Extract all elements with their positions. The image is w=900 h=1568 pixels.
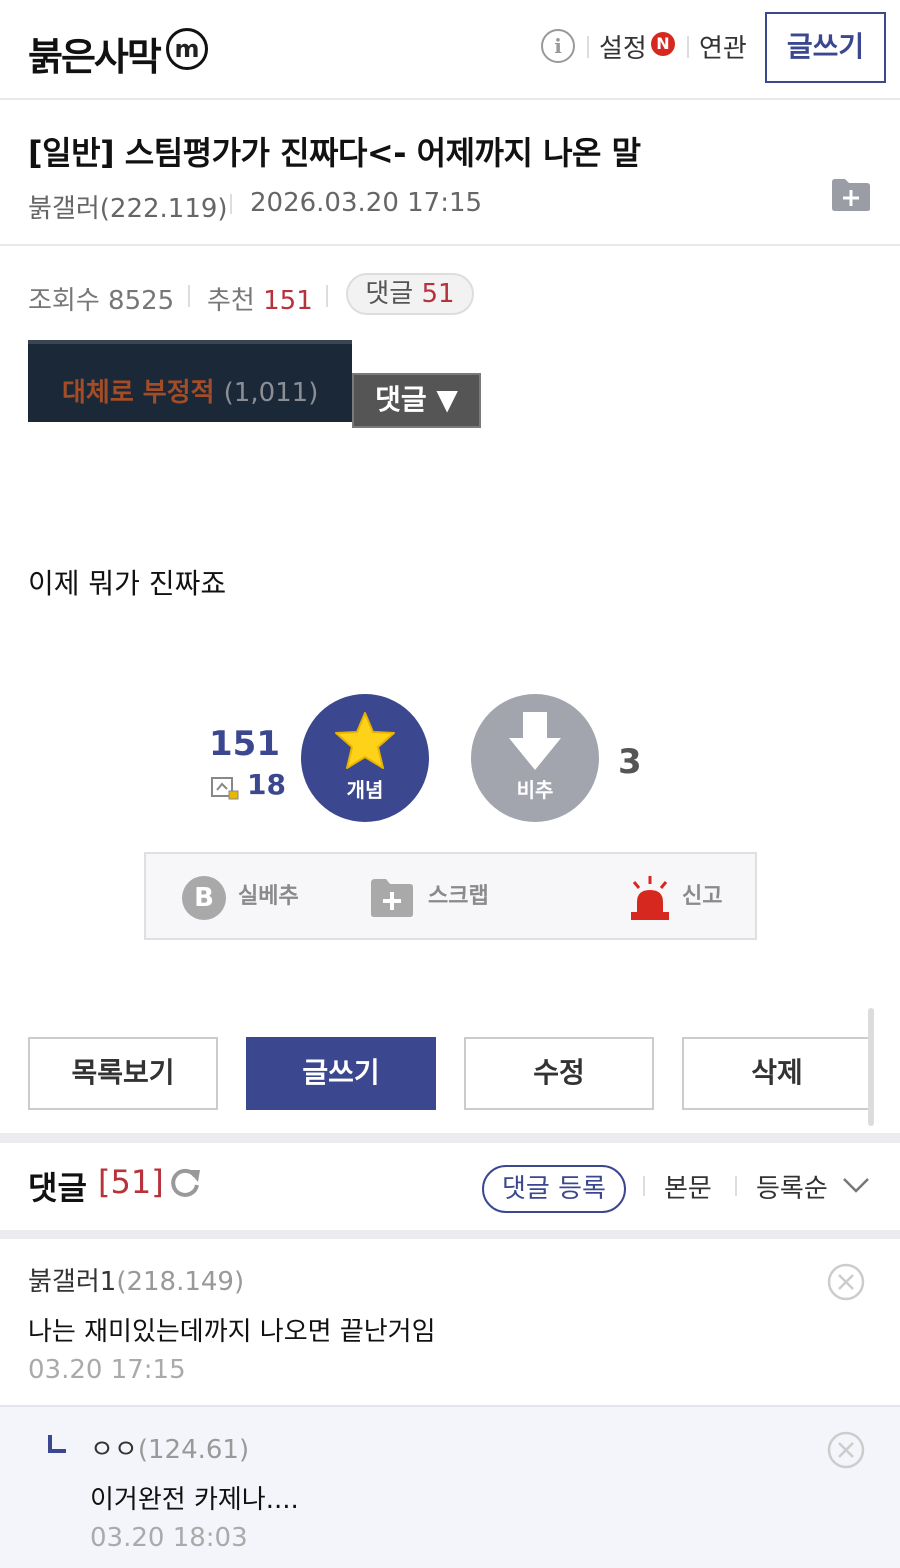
upvote-button[interactable]: 개념 <box>301 694 429 822</box>
upvote-count: 151 <box>209 724 280 764</box>
delete-button[interactable]: 삭제 <box>682 1037 872 1110</box>
comment-author[interactable]: 붉갤러1(218.149) <box>28 1261 244 1298</box>
comment-author-ip: (218.149) <box>116 1267 245 1297</box>
sort-select[interactable]: 등록순 <box>756 1168 828 1205</box>
steam-rating: 대체로 부정적 (1,011) <box>62 372 318 409</box>
fixed-user-upvote-count: 18 <box>247 768 286 801</box>
downvote-count: 3 <box>618 742 642 782</box>
info-icon[interactable]: i <box>541 29 575 63</box>
reply-item: ㅇㅇ(124.61) 이거완전 카제나.... 03.20 18:03 <box>0 1405 900 1568</box>
post-date: 2026.03.20 17:15 <box>250 188 483 218</box>
steam-comment-button: 댓글 ▼ <box>352 373 481 428</box>
post-body: 이제 뭐가 진짜죠 <box>28 567 227 600</box>
scrap-folder-icon <box>371 879 413 917</box>
comment-date: 03.20 18:03 <box>90 1523 248 1553</box>
comment-author-ip: (124.61) <box>137 1435 250 1465</box>
recommend-value: 151 <box>263 286 313 316</box>
comment-count-pill[interactable]: 댓글 51 <box>346 273 474 315</box>
comment-text: 이거완전 카제나.... <box>90 1485 299 1515</box>
divider <box>735 1176 737 1196</box>
comment-item: 붉갤러1(218.149) 나는 재미있는데까지 나오면 끝난거임 03.20 … <box>0 1239 900 1405</box>
siren-icon <box>631 876 669 920</box>
comment-author-name: ㅇㅇ <box>90 1435 138 1465</box>
recommend-label: 추천 <box>207 286 255 316</box>
body-link[interactable]: 본문 <box>664 1168 712 1205</box>
comment-author-name: 붉갤러1 <box>28 1267 117 1297</box>
divider <box>326 285 328 307</box>
view-value: 8525 <box>108 286 175 316</box>
comments-title: 댓글 <box>28 1169 87 1207</box>
chevron-down-icon[interactable] <box>842 1176 870 1194</box>
divider <box>587 36 589 58</box>
edit-button[interactable]: 수정 <box>464 1037 654 1110</box>
upvote-label: 개념 <box>346 778 384 802</box>
divider <box>643 1176 645 1196</box>
related-link[interactable]: 연관 <box>699 28 747 65</box>
steam-review-count: (1,011) <box>223 378 319 408</box>
downvote-button[interactable]: 비추 <box>471 694 599 822</box>
close-icon[interactable] <box>827 1431 865 1469</box>
down-arrow-icon <box>509 712 561 770</box>
post-author[interactable]: 붉갤러(222.119) <box>28 188 228 225</box>
folder-add-icon[interactable] <box>831 178 871 212</box>
comment-label: 댓글 <box>365 279 414 309</box>
gallery-logo[interactable]: 붉은사막 <box>28 26 162 81</box>
minor-gallery-icon: m <box>166 28 208 70</box>
comment-text: 나는 재미있는데까지 나오면 끝난거임 <box>28 1317 436 1347</box>
reply-arrow-icon <box>48 1435 66 1453</box>
list-button[interactable]: 목록보기 <box>28 1037 218 1110</box>
scrap-button[interactable]: 스크랩 <box>428 878 489 910</box>
write-button[interactable]: 글쓰기 <box>246 1037 436 1110</box>
fixed-user-icon <box>211 777 239 800</box>
settings-link[interactable]: 설정 <box>599 28 647 65</box>
section-divider <box>0 1230 900 1239</box>
refresh-icon[interactable] <box>168 1166 202 1200</box>
steam-review-image: 대체로 부정적 (1,011) <box>28 340 352 422</box>
post-action-bar: B 실베추 스크랩 신고 <box>144 852 757 940</box>
comment-register-button[interactable]: 댓글 등록 <box>482 1165 626 1213</box>
best-icon: B <box>182 876 226 920</box>
divider <box>230 194 232 214</box>
view-label: 조회수 <box>28 286 100 316</box>
top-header: 붉은사막 m i 설정 N 연관 글쓰기 <box>0 0 900 100</box>
scrollbar[interactable] <box>868 1008 874 1126</box>
divider <box>188 285 190 307</box>
write-button-top[interactable]: 글쓰기 <box>765 12 886 83</box>
new-badge: N <box>651 32 675 56</box>
recommend-count: 추천 151 <box>207 280 313 317</box>
divider <box>687 36 689 58</box>
post-header: [일반] 스팀평가가 진짜다<- 어제까지 나온 말 붉갤러(222.119) … <box>0 102 900 246</box>
star-icon <box>335 712 395 769</box>
best-recommend-button[interactable]: 실베추 <box>238 878 299 910</box>
post-title: [일반] 스팀평가가 진짜다<- 어제까지 나온 말 <box>28 134 641 172</box>
downvote-label: 비추 <box>516 778 554 802</box>
close-icon[interactable] <box>827 1263 865 1301</box>
comment-value: 51 <box>421 279 455 309</box>
section-divider <box>0 1133 900 1143</box>
report-button[interactable]: 신고 <box>682 878 722 910</box>
comment-author[interactable]: ㅇㅇ(124.61) <box>90 1429 249 1466</box>
comments-count: [51] <box>98 1163 164 1201</box>
comment-date: 03.20 17:15 <box>28 1355 186 1385</box>
steam-rating-label: 대체로 부정적 <box>62 378 215 408</box>
view-count: 조회수 8525 <box>28 280 174 317</box>
